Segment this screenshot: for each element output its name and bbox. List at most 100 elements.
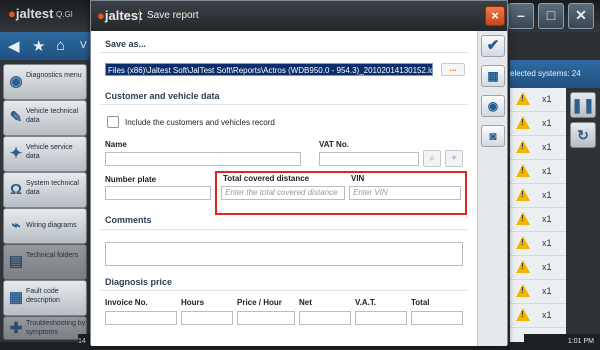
- vat-amount-label: V.A.T.: [355, 298, 377, 307]
- list-item[interactable]: ! x1: [510, 136, 566, 160]
- warning-icon: !: [516, 140, 530, 153]
- app-close-icon[interactable]: ✕: [568, 3, 594, 29]
- dialog-logo: ●jaltest: [97, 8, 143, 23]
- list-item[interactable]: ! x1: [510, 208, 566, 232]
- dialog-title: Save report: [147, 10, 199, 21]
- sidebar: ◉ Diagnostics menu ✎ Vehicle technical d…: [0, 60, 90, 342]
- selected-systems-bar: elected systems: 24: [510, 60, 600, 88]
- vat-field[interactable]: [319, 152, 419, 166]
- nav-bar: ◀ ★ ⌂ V: [0, 32, 90, 60]
- hours-field[interactable]: [181, 311, 233, 325]
- divider: [101, 290, 467, 291]
- refresh-icon[interactable]: ↻: [570, 122, 596, 148]
- save-as-heading: Save as...: [105, 39, 147, 49]
- nav-letter: V: [80, 40, 87, 51]
- sidebar-item-vehicle-service-data[interactable]: ✦ Vehicle service data: [3, 136, 87, 172]
- number-plate-field[interactable]: [105, 186, 211, 200]
- camera-icon[interactable]: ◙: [481, 125, 505, 147]
- invoice-label: Invoice No.: [105, 298, 148, 307]
- list-item[interactable]: ! x1: [510, 256, 566, 280]
- list-item[interactable]: ! x1: [510, 184, 566, 208]
- maximize-icon[interactable]: □: [538, 3, 564, 29]
- app-logo: ●jaltest: [8, 6, 54, 21]
- dialog-body: Save as... Files (x86)\Jaltest Soft\JalT…: [91, 31, 477, 346]
- warning-icon: !: [516, 188, 530, 201]
- checkmark-icon[interactable]: ✔: [481, 35, 505, 57]
- comments-heading: Comments: [105, 215, 152, 225]
- list-item[interactable]: ! x1: [510, 88, 566, 112]
- name-field[interactable]: [105, 152, 301, 166]
- warning-icon: !: [516, 236, 530, 249]
- warning-icon: !: [516, 92, 530, 105]
- save-report-dialog: ●jaltest Save report × Save as... Files …: [90, 0, 508, 346]
- list-item[interactable]: ! x1: [510, 232, 566, 256]
- home-icon[interactable]: ⌂: [56, 37, 65, 54]
- number-plate-label: Number plate: [105, 175, 157, 184]
- sidebar-item-system-technical-data[interactable]: Ω System technical data: [3, 172, 87, 208]
- search-icon[interactable]: ⌕: [423, 150, 441, 167]
- list-item[interactable]: ! x1: [510, 112, 566, 136]
- warning-icon: !: [516, 260, 530, 273]
- include-records-label: Include the customers and vehicles recor…: [125, 118, 275, 127]
- right-toolbar: ❚❚ ↻: [566, 88, 600, 342]
- comments-field[interactable]: [105, 242, 463, 266]
- price-per-hour-field[interactable]: [237, 311, 295, 325]
- file-path-field[interactable]: Files (x86)\Jaltest Soft\JalTest Soft\Re…: [105, 63, 433, 76]
- title-divider: [139, 9, 140, 23]
- price-per-hour-label: Price / Hour: [237, 298, 282, 307]
- minimize-icon[interactable]: –: [508, 3, 534, 29]
- sidebar-item-technical-folders[interactable]: ▤ Technical folders: [3, 244, 87, 280]
- divider: [101, 229, 467, 230]
- browse-button[interactable]: ...: [441, 63, 465, 76]
- diagnostics-icon: ◉: [9, 73, 23, 90]
- list-item[interactable]: ! x1: [510, 304, 566, 328]
- sidebar-item-diagnostics[interactable]: ◉ Diagnostics menu: [3, 64, 87, 100]
- troubleshoot-icon: ✚: [9, 320, 23, 337]
- tab-text: Q.GI: [56, 10, 73, 19]
- net-label: Net: [299, 298, 312, 307]
- selected-systems-label: elected systems: 24: [510, 69, 581, 78]
- add-customer-icon[interactable]: +: [445, 150, 463, 167]
- hours-label: Hours: [181, 298, 205, 307]
- divider: [101, 52, 467, 53]
- customer-section-heading: Customer and vehicle data: [105, 91, 220, 101]
- warning-icon: !: [516, 164, 530, 177]
- calendar-icon[interactable]: ▦: [481, 65, 505, 87]
- omega-icon: Ω: [9, 181, 23, 198]
- invoice-field[interactable]: [105, 311, 177, 325]
- total-label: Total: [411, 298, 430, 307]
- clock: 1:01 PM: [524, 334, 600, 350]
- name-label: Name: [105, 140, 127, 149]
- wiring-icon: ⌁: [11, 217, 21, 234]
- star-icon[interactable]: ★: [32, 37, 45, 55]
- sidebar-item-fault-code-description[interactable]: ▦ Fault code description: [3, 280, 87, 316]
- diagnosis-price-heading: Diagnosis price: [105, 277, 173, 287]
- dialog-title-bar: ●jaltest Save report ×: [91, 1, 507, 31]
- list-item[interactable]: ! x1: [510, 280, 566, 304]
- dialog-toolbar: ✔ ▦ ◉ ◙: [477, 31, 507, 346]
- net-field[interactable]: [299, 311, 351, 325]
- total-field[interactable]: [411, 311, 463, 325]
- service-icon: ✦: [9, 145, 23, 162]
- fault-code-icon: ▦: [8, 289, 24, 306]
- warning-icon: !: [516, 284, 530, 297]
- folder-icon: ▤: [8, 253, 24, 270]
- divider: [101, 104, 467, 105]
- list-item[interactable]: ! x1: [510, 160, 566, 184]
- eye-icon[interactable]: ◉: [481, 95, 505, 117]
- sidebar-item-troubleshooting[interactable]: ✚ Troubleshooting by symptoms: [3, 316, 87, 340]
- wrench-icon: ✎: [9, 109, 23, 126]
- warning-icon: !: [516, 212, 530, 225]
- vat-amount-field[interactable]: [355, 311, 407, 325]
- error-list: ! x1 ! x1 ! x1 ! x1 ! x1 ! x1 ! x1 ! x1 ! x1 ! x1: [510, 88, 566, 342]
- close-button[interactable]: ×: [485, 6, 505, 26]
- sidebar-item-wiring-diagrams[interactable]: ⌁ Wiring diagrams: [3, 208, 87, 244]
- warning-icon: !: [516, 116, 530, 129]
- include-records-checkbox[interactable]: [107, 116, 119, 128]
- highlight-box: [215, 171, 467, 215]
- back-arrow-icon[interactable]: ◀: [8, 37, 20, 55]
- warning-icon: !: [516, 308, 530, 321]
- sidebar-item-vehicle-technical-data[interactable]: ✎ Vehicle technical data: [3, 100, 87, 136]
- vat-label: VAT No.: [319, 140, 349, 149]
- pause-icon[interactable]: ❚❚: [570, 92, 596, 118]
